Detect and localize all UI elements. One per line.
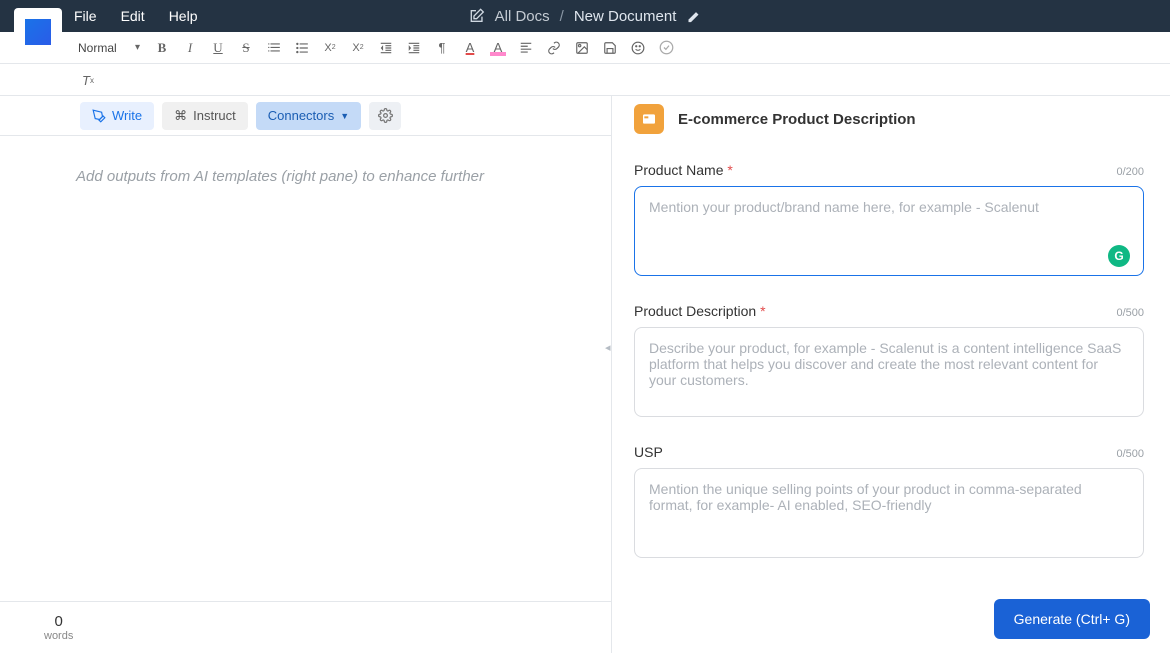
editor-toolbar: Normal▾ B I U S X2 X2 ¶ A A Tx (0, 32, 1170, 96)
outdent-button[interactable] (378, 40, 394, 56)
template-icon (634, 104, 664, 134)
chevron-down-icon: ▼ (340, 111, 349, 121)
editor-area[interactable]: Add outputs from AI templates (right pan… (0, 136, 611, 601)
product-desc-label: Product Description * (634, 303, 766, 319)
command-icon: ⌘ (174, 108, 187, 124)
editor-subbar: Write ⌘ Instruct Connectors ▼ (0, 96, 611, 136)
highlight-button[interactable]: A (490, 40, 506, 56)
ordered-list-button[interactable] (266, 40, 282, 56)
ai-template-pane: < Back to All AI Templates E-commerce Pr… (612, 32, 1170, 653)
usp-label: USP (634, 444, 663, 460)
indent-button[interactable] (406, 40, 422, 56)
generate-button[interactable]: Generate (Ctrl+ G) (994, 599, 1150, 639)
gear-icon (378, 108, 393, 123)
template-title: E-commerce Product Description (678, 111, 916, 128)
write-chip[interactable]: Write (80, 102, 154, 130)
instruct-chip[interactable]: ⌘ Instruct (162, 102, 248, 130)
save-button[interactable] (602, 40, 618, 56)
link-button[interactable] (546, 40, 562, 56)
editor-placeholder: Add outputs from AI templates (right pan… (76, 168, 591, 185)
bold-button[interactable]: B (154, 40, 170, 56)
grammarly-icon[interactable]: G (1108, 245, 1130, 267)
product-name-input[interactable] (634, 186, 1144, 276)
editor-footer: 0 words (0, 601, 611, 653)
product-desc-count: 0/500 (1116, 307, 1144, 319)
product-name-label: Product Name * (634, 162, 733, 178)
image-button[interactable] (574, 40, 590, 56)
usp-count: 0/500 (1116, 448, 1144, 460)
breadcrumb-sep: / (560, 8, 564, 25)
breadcrumb: All Docs / New Document (469, 8, 702, 25)
settings-chip[interactable] (369, 102, 401, 130)
usp-input[interactable] (634, 468, 1144, 558)
align-button[interactable] (518, 40, 534, 56)
word-count: 0 words (44, 613, 73, 642)
text-color-button[interactable]: A (462, 40, 478, 56)
product-desc-input[interactable] (634, 327, 1144, 417)
menu-edit[interactable]: Edit (121, 8, 145, 24)
pencil-icon[interactable] (686, 9, 701, 24)
check-button[interactable] (658, 40, 674, 56)
direction-button[interactable]: ¶ (434, 40, 450, 56)
app-topbar: File Edit Help All Docs / New Document (0, 0, 1170, 32)
app-logo[interactable] (14, 8, 62, 56)
unordered-list-button[interactable] (294, 40, 310, 56)
pen-icon (92, 109, 106, 123)
edit-icon[interactable] (469, 8, 485, 24)
superscript-button[interactable]: X2 (350, 40, 366, 56)
breadcrumb-doc[interactable]: New Document (574, 8, 677, 25)
paragraph-style-select[interactable]: Normal▾ (78, 41, 140, 55)
strike-button[interactable]: S (238, 40, 254, 56)
breadcrumb-all-docs[interactable]: All Docs (495, 8, 550, 25)
emoji-button[interactable] (630, 40, 646, 56)
menu-help[interactable]: Help (169, 8, 198, 24)
italic-button[interactable]: I (182, 40, 198, 56)
connectors-chip[interactable]: Connectors ▼ (256, 102, 361, 130)
clear-format-button[interactable]: Tx (80, 72, 96, 88)
menu-file[interactable]: File (74, 8, 97, 24)
subscript-button[interactable]: X2 (322, 40, 338, 56)
underline-button[interactable]: U (210, 40, 226, 56)
product-name-count: 0/200 (1116, 166, 1144, 178)
